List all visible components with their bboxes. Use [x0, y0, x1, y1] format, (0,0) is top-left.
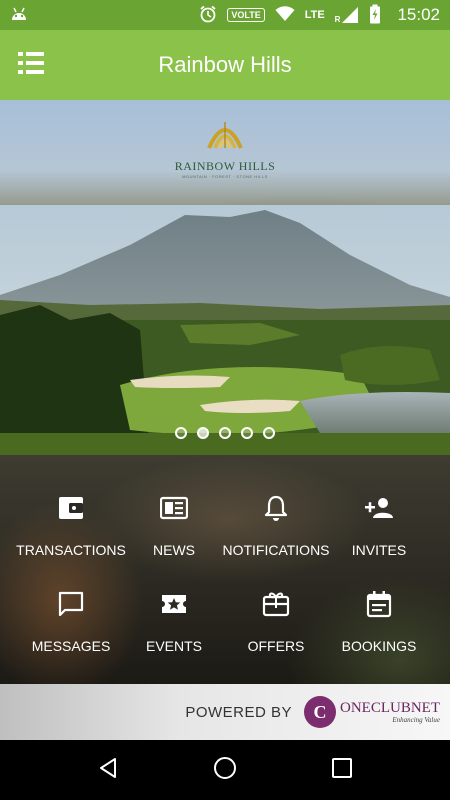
system-nav-bar — [0, 740, 450, 800]
powered-by-label: POWERED BY — [185, 703, 292, 721]
messages-button[interactable]: MESSAGES — [15, 588, 127, 668]
wifi-icon — [275, 5, 295, 25]
bookings-label: BOOKINGS — [341, 638, 417, 654]
transactions-label: TRANSACTIONS — [16, 542, 126, 558]
back-icon — [96, 756, 120, 785]
oneclubnet-logo[interactable]: C ONECLUBNET Enhancing Value — [304, 696, 440, 728]
carousel-dot[interactable] — [219, 427, 231, 439]
volte-badge: VOLTE — [227, 8, 265, 22]
events-button[interactable]: EVENTS — [118, 588, 230, 668]
events-label: EVENTS — [145, 638, 202, 654]
battery-charging-icon — [369, 4, 381, 27]
page-title: Rainbow Hills — [158, 52, 292, 77]
calendar-icon — [365, 588, 393, 620]
home-button[interactable] — [200, 745, 250, 795]
network-type: LTE — [304, 9, 325, 21]
home-icon — [212, 755, 238, 786]
club-logo: RAINBOW HILLS MOUNTAIN · FOREST · STONE … — [170, 118, 280, 182]
newspaper-icon — [160, 492, 188, 524]
wallet-icon — [57, 492, 85, 524]
carousel-dots — [0, 427, 450, 439]
gift-card-icon — [262, 588, 290, 620]
powered-by-footer: POWERED BY C ONECLUBNET Enhancing Value — [0, 684, 450, 740]
notifications-button[interactable]: NOTIFICATIONS — [220, 492, 332, 572]
carousel-dot[interactable] — [241, 427, 253, 439]
oneclubnet-tagline: Enhancing Value — [392, 716, 440, 724]
chat-bubble-icon — [57, 588, 85, 620]
carousel-dot[interactable] — [175, 427, 187, 439]
bookings-button[interactable]: BOOKINGS — [323, 588, 435, 668]
offers-label: OFFERS — [247, 638, 305, 654]
back-button[interactable] — [83, 745, 133, 795]
status-bar: VOLTE LTE R 15:02 — [0, 0, 450, 30]
signal-icon: R — [335, 6, 360, 24]
ticket-star-icon — [160, 588, 188, 620]
app-bar: Rainbow Hills — [0, 30, 450, 100]
person-add-icon — [364, 492, 394, 524]
oneclubnet-emblem-icon: C — [304, 696, 336, 728]
carousel-dot[interactable] — [263, 427, 275, 439]
invites-button[interactable]: INVITES — [323, 492, 435, 572]
alarm-icon — [199, 5, 217, 26]
menu-grid: TRANSACTIONS NEWS NOTIFICATIONS INVITES … — [0, 480, 450, 680]
list-menu-icon — [17, 51, 45, 80]
logo-name: RAINBOW HILLS — [174, 159, 276, 173]
bell-icon — [262, 492, 290, 524]
notifications-label: NOTIFICATIONS — [222, 542, 330, 558]
messages-label: MESSAGES — [31, 638, 111, 654]
recents-button[interactable] — [317, 745, 367, 795]
rainbow-hills-emblem-icon — [207, 122, 243, 149]
transactions-button[interactable]: TRANSACTIONS — [15, 492, 127, 572]
image-carousel[interactable] — [0, 205, 450, 455]
offers-button[interactable]: OFFERS — [220, 588, 332, 668]
android-icon — [10, 5, 28, 26]
news-label: NEWS — [153, 542, 195, 558]
oneclubnet-name: ONECLUBNET — [340, 700, 440, 716]
recents-icon — [331, 757, 353, 784]
news-button[interactable]: NEWS — [118, 492, 230, 572]
carousel-dot[interactable] — [197, 427, 209, 439]
invites-label: INVITES — [351, 542, 407, 558]
roaming-indicator: R — [334, 15, 341, 24]
golf-course-photo — [0, 205, 450, 455]
logo-tagline: MOUNTAIN · FOREST · STONE HILLS — [182, 174, 268, 179]
clock: 15:02 — [397, 5, 440, 24]
menu-button[interactable] — [0, 30, 62, 100]
